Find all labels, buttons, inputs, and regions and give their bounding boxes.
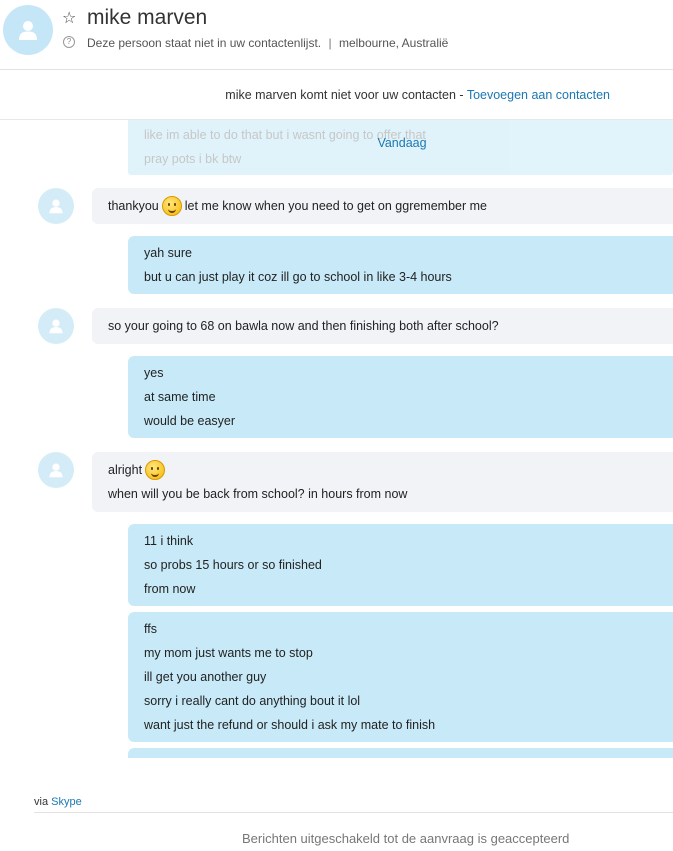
message-line: when will you be back from school? in ho… xyxy=(108,487,408,501)
message-line: want just the refund or should i ask my … xyxy=(144,718,436,732)
message-line: alright xyxy=(108,458,657,482)
footer-divider xyxy=(34,812,673,813)
message-list[interactable]: like im able to do that but i wasnt goin… xyxy=(0,120,673,758)
message-text: let me know when you need to get on ggre… xyxy=(184,199,487,213)
outgoing-message[interactable]: 11 i think so probs 15 hours or so finis… xyxy=(128,524,673,606)
sender-avatar[interactable] xyxy=(38,308,74,344)
help-circle-icon[interactable]: ? xyxy=(63,36,75,48)
contact-avatar[interactable] xyxy=(3,5,53,55)
message-text: alright xyxy=(108,463,143,477)
outgoing-message[interactable]: yes at same time would be easyer xyxy=(128,356,673,438)
contact-name[interactable]: mike marven xyxy=(87,6,207,30)
message-line: ill get you another guy xyxy=(144,670,267,684)
sender-avatar[interactable] xyxy=(38,452,74,488)
messaging-disabled-notice: Berichten uitgeschakeld tot de aanvraag … xyxy=(242,831,570,846)
skype-link[interactable]: Skype xyxy=(51,796,82,808)
message-line: thankyou let me know when you need to ge… xyxy=(108,194,657,218)
incoming-message[interactable]: alright when will you be back from schoo… xyxy=(92,452,673,512)
message-line: sorry i really cant do anything bout it … xyxy=(144,694,361,708)
outgoing-message-partial[interactable] xyxy=(128,748,673,758)
message-line: so your going to 68 on bawla now and the… xyxy=(108,319,499,333)
day-separator: Vandaag xyxy=(377,136,427,150)
message-line: yes xyxy=(144,366,164,380)
person-icon xyxy=(19,21,37,40)
message-line: but u can just play it coz ill go to sch… xyxy=(144,270,452,284)
contact-location: melbourne, Australië xyxy=(338,36,449,50)
smiley-emoticon-icon xyxy=(145,460,166,480)
message-line: my mom just wants me to stop xyxy=(144,646,313,660)
message-line: pray pots i bk btw xyxy=(144,152,242,166)
sender-avatar[interactable] xyxy=(38,188,74,224)
outgoing-message[interactable]: yah sure but u can just play it coz ill … xyxy=(128,236,673,294)
person-icon xyxy=(49,463,63,478)
add-to-contacts-link[interactable]: Toevoegen aan contacten xyxy=(467,88,610,102)
message-line: from now xyxy=(144,582,196,596)
contact-status: Deze persoon staat niet in uw contactenl… xyxy=(87,36,322,50)
notice-text: mike marven komt niet voor uw contacten … xyxy=(225,88,467,102)
message-line: ffs xyxy=(144,622,157,636)
via-source: via Skype xyxy=(34,796,82,808)
via-prefix: via xyxy=(34,796,52,808)
message-line: would be easyer xyxy=(144,414,236,428)
subline-separator: | xyxy=(328,36,332,50)
message-line: so probs 15 hours or so finished xyxy=(144,558,322,572)
outgoing-message[interactable]: ffs my mom just wants me to stop ill get… xyxy=(128,612,673,742)
conversation-header: ☆ mike marven ? Deze persoon staat niet … xyxy=(0,0,673,70)
incoming-message[interactable]: thankyou let me know when you need to ge… xyxy=(92,188,673,224)
message-line: 11 i think xyxy=(144,534,194,548)
smiley-emoticon-icon xyxy=(161,196,182,216)
contact-subline: Deze persoon staat niet in uw contactenl… xyxy=(87,36,448,50)
message-line: at same time xyxy=(144,390,216,404)
incoming-message[interactable]: so your going to 68 on bawla now and the… xyxy=(92,308,673,344)
favorite-star-icon[interactable]: ☆ xyxy=(62,9,76,29)
message-text: thankyou xyxy=(108,199,159,213)
not-in-contacts-notice: mike marven komt niet voor uw contacten … xyxy=(0,70,673,120)
person-icon xyxy=(49,199,63,214)
person-icon xyxy=(49,319,63,334)
message-line: yah sure xyxy=(144,246,192,260)
